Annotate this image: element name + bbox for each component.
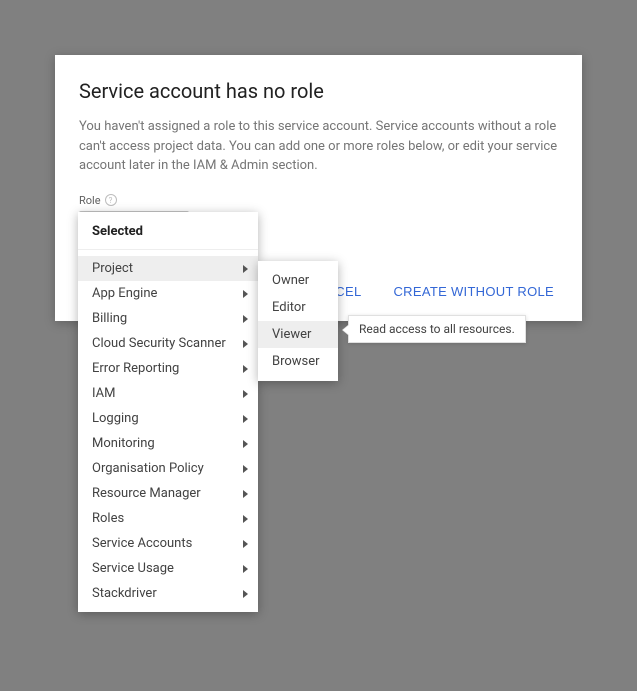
menu-item-logging[interactable]: Logging [78, 406, 258, 431]
chevron-right-icon [243, 515, 248, 523]
menu-item-billing[interactable]: Billing [78, 306, 258, 331]
menu-item-label: App Engine [92, 286, 157, 301]
menu-item-cloud-security-scanner[interactable]: Cloud Security Scanner [78, 331, 258, 356]
chevron-right-icon [243, 415, 248, 423]
menu-item-label: Service Accounts [92, 536, 192, 551]
menu-item-label: Roles [92, 511, 124, 526]
menu-item-label: Service Usage [92, 561, 174, 576]
submenu-item-editor[interactable]: Editor [258, 294, 338, 321]
menu-item-label: Cloud Security Scanner [92, 336, 226, 351]
submenu-list: Owner Editor Viewer Browser [258, 267, 338, 375]
menu-item-label: Organisation Policy [92, 461, 204, 476]
chevron-right-icon [243, 590, 248, 598]
menu-item-label: IAM [92, 386, 115, 401]
menu-item-service-accounts[interactable]: Service Accounts [78, 531, 258, 556]
menu-item-stackdriver[interactable]: Stackdriver [78, 581, 258, 606]
menu-item-label: Billing [92, 311, 127, 326]
menu-item-error-reporting[interactable]: Error Reporting [78, 356, 258, 381]
submenu-item-viewer[interactable]: Viewer [258, 321, 338, 348]
chevron-right-icon [243, 565, 248, 573]
menu-header: Selected [78, 212, 258, 250]
chevron-right-icon [243, 465, 248, 473]
menu-item-roles[interactable]: Roles [78, 506, 258, 531]
chevron-right-icon [243, 440, 248, 448]
chevron-right-icon [243, 315, 248, 323]
role-submenu: Owner Editor Viewer Browser [258, 261, 338, 381]
chevron-right-icon [243, 340, 248, 348]
menu-item-label: Resource Manager [92, 486, 201, 501]
menu-item-label: Logging [92, 411, 139, 426]
role-label-text: Role [79, 194, 101, 207]
help-icon[interactable]: ? [105, 194, 117, 206]
menu-item-iam[interactable]: IAM [78, 381, 258, 406]
menu-item-organisation-policy[interactable]: Organisation Policy [78, 456, 258, 481]
menu-item-app-engine[interactable]: App Engine [78, 281, 258, 306]
role-category-menu: Selected Project App Engine Billing Clou… [78, 212, 258, 612]
chevron-right-icon [243, 290, 248, 298]
modal-description: You haven't assigned a role to this serv… [79, 117, 558, 176]
submenu-item-browser[interactable]: Browser [258, 348, 338, 375]
chevron-right-icon [243, 265, 248, 273]
menu-item-project[interactable]: Project [78, 256, 258, 281]
menu-item-resource-manager[interactable]: Resource Manager [78, 481, 258, 506]
menu-item-label: Stackdriver [92, 586, 157, 601]
role-tooltip: Read access to all resources. [348, 315, 526, 343]
modal-title: Service account has no role [79, 79, 558, 103]
menu-item-monitoring[interactable]: Monitoring [78, 431, 258, 456]
role-field-label: Role ? [79, 194, 558, 207]
chevron-right-icon [243, 390, 248, 398]
chevron-right-icon [243, 365, 248, 373]
create-without-role-button[interactable]: CREATE WITHOUT ROLE [389, 278, 558, 305]
chevron-right-icon [243, 490, 248, 498]
menu-item-service-usage[interactable]: Service Usage [78, 556, 258, 581]
menu-item-label: Project [92, 261, 133, 276]
menu-item-label: Error Reporting [92, 361, 179, 376]
menu-item-label: Monitoring [92, 436, 155, 451]
chevron-right-icon [243, 540, 248, 548]
submenu-item-owner[interactable]: Owner [258, 267, 338, 294]
menu-list: Project App Engine Billing Cloud Securit… [78, 250, 258, 606]
